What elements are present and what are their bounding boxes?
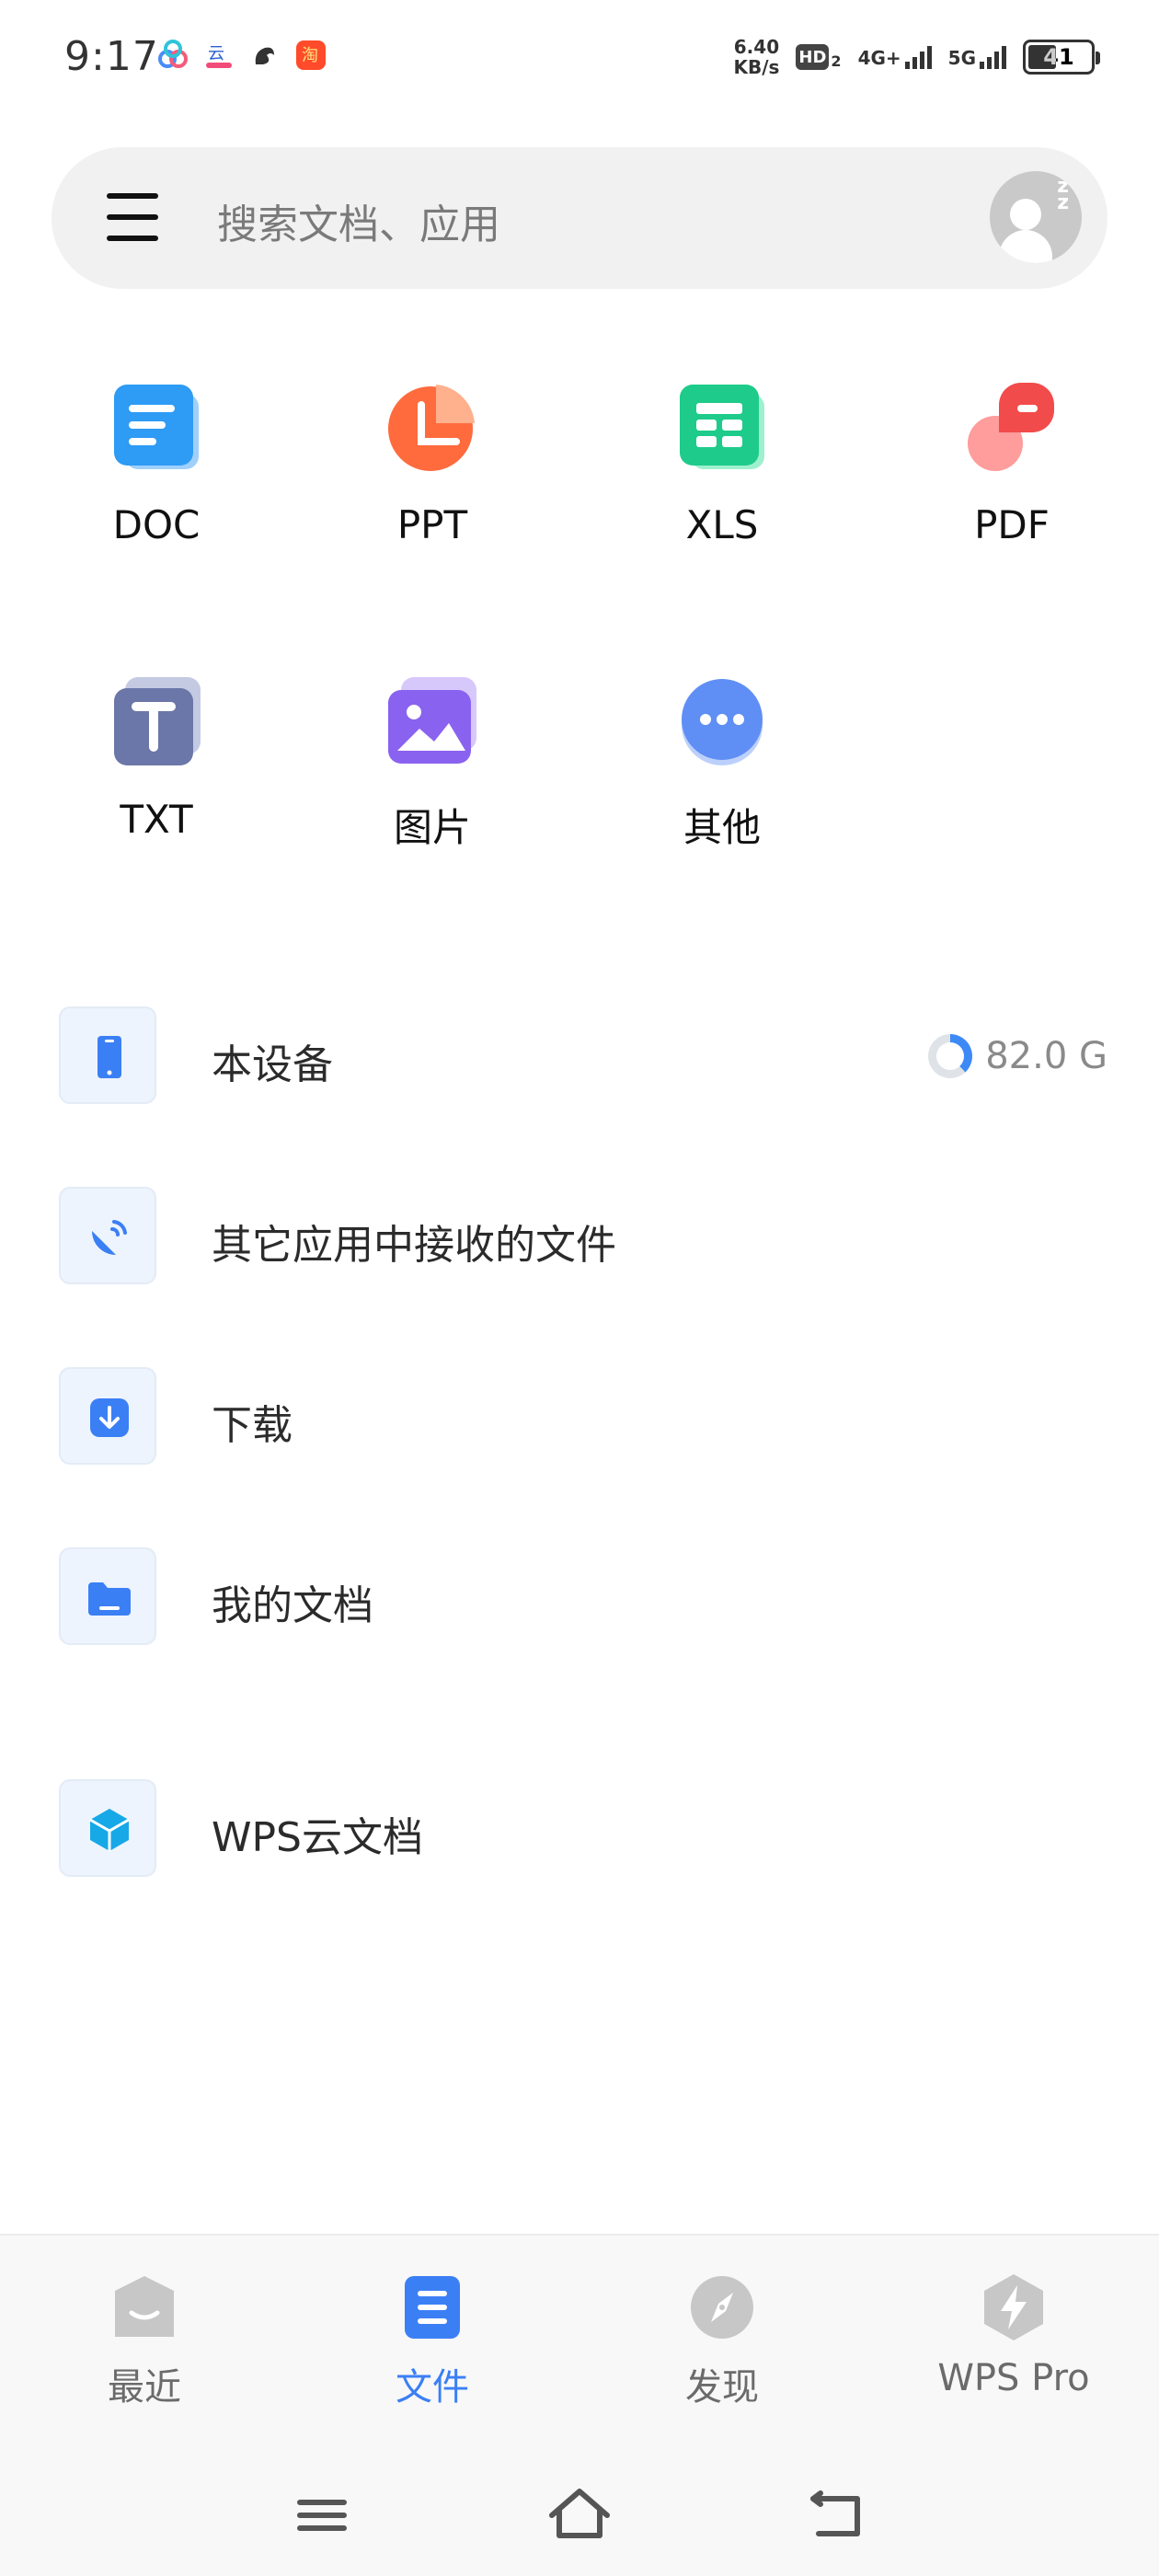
status-bar: 9:17 云 淘 6.40 KB/s HD 2 4G+ 5G 41 <box>0 0 1159 120</box>
cloud-app-icon: 云 <box>206 44 232 68</box>
battery-indicator: 41 <box>1023 40 1100 75</box>
phone-icon <box>98 1036 121 1078</box>
avatar[interactable]: zz <box>990 171 1082 263</box>
svg-text:云: 云 <box>208 44 224 63</box>
location-received-files[interactable]: 其它应用中接收的文件 <box>59 1187 1107 1288</box>
status-time: 9:17 <box>64 33 159 80</box>
pdf-icon <box>968 383 1054 471</box>
bolt-icon <box>984 2274 1043 2340</box>
category-doc[interactable]: DOC <box>64 377 248 547</box>
category-pdf[interactable]: PDF <box>920 377 1104 547</box>
signal-5g-indicator: 5G <box>948 45 1006 69</box>
signal-bars-icon <box>980 45 1006 69</box>
squirrel-app-icon <box>255 47 274 64</box>
recent-icon <box>115 2276 174 2337</box>
category-txt[interactable]: TXT <box>64 672 248 842</box>
category-xls[interactable]: XLS <box>630 377 814 547</box>
doc-icon <box>114 385 199 469</box>
location-label: 其它应用中接收的文件 <box>212 1222 616 1269</box>
location-label: WPS云文档 <box>212 1814 423 1861</box>
location-wps-cloud[interactable]: WPS云文档 <box>59 1779 1107 1880</box>
category-other[interactable]: 其他 <box>630 672 814 853</box>
file-icon <box>405 2276 460 2339</box>
location-downloads[interactable]: 下载 <box>59 1367 1107 1468</box>
tab-files[interactable]: 文件 <box>313 2272 552 2410</box>
txt-icon <box>114 677 201 765</box>
tab-discover[interactable]: 发现 <box>602 2272 842 2410</box>
location-my-documents[interactable]: 我的文档 <box>59 1547 1107 1649</box>
home-icon[interactable] <box>545 2480 614 2550</box>
baidu-netdisk-icon <box>158 40 188 68</box>
location-this-device[interactable]: 本设备 82.0 G <box>59 1006 1107 1108</box>
search-input[interactable]: 搜索文档、应用 <box>217 191 500 250</box>
network-speed: 6.40 KB/s <box>733 36 780 78</box>
ppt-icon <box>388 385 475 471</box>
taobao-app-icon: 淘 <box>296 40 326 70</box>
svg-text:淘: 淘 <box>302 46 318 65</box>
hamburger-menu-icon[interactable] <box>107 193 158 241</box>
xls-icon <box>680 385 764 469</box>
tab-recent[interactable]: 最近 <box>25 2272 264 2410</box>
tab-wps-pro[interactable]: WPS Pro <box>894 2272 1133 2399</box>
download-icon <box>90 1398 129 1437</box>
category-ppt[interactable]: PPT <box>340 377 524 547</box>
back-icon[interactable] <box>802 2480 872 2550</box>
location-label: 下载 <box>212 1402 293 1449</box>
location-label: 本设备 <box>212 1041 333 1088</box>
satellite-icon <box>92 1220 127 1255</box>
bottom-navigation: 最近 文件 发现 WPS Pro <box>0 2234 1159 2447</box>
compass-icon <box>691 2276 753 2339</box>
signal-4g-indicator: 4G+ <box>858 45 932 69</box>
system-navigation-bar <box>0 2447 1159 2576</box>
folder-icon <box>88 1582 131 1616</box>
cloud-cube-icon <box>89 1809 130 1851</box>
hd-voice-indicator: HD 2 <box>796 44 842 70</box>
search-bar[interactable]: 搜索文档、应用 zz <box>52 147 1107 289</box>
storage-ring-icon <box>928 1034 973 1078</box>
category-image[interactable]: 图片 <box>340 672 524 853</box>
storage-indicator: 82.0 G <box>928 1034 1107 1078</box>
recents-menu-icon[interactable] <box>287 2480 357 2550</box>
signal-bars-icon <box>904 45 932 69</box>
image-icon <box>388 677 476 764</box>
location-label: 我的文档 <box>212 1582 373 1629</box>
notification-icons: 云 淘 <box>156 39 327 72</box>
more-icon <box>682 679 763 765</box>
